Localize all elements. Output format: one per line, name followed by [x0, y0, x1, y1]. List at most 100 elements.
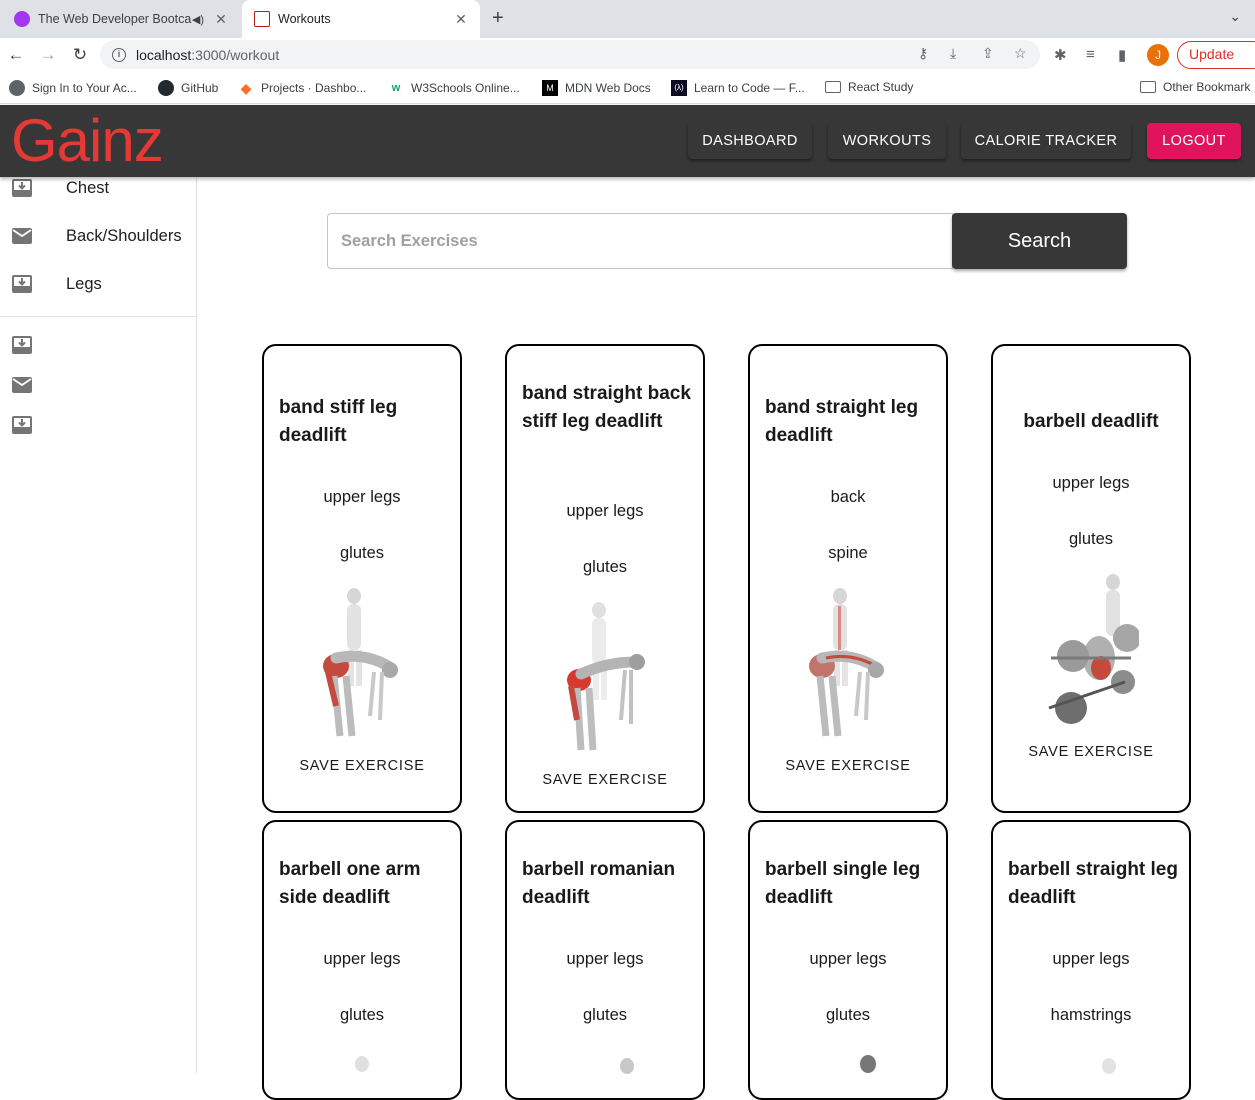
save-exercise-button[interactable]: SAVE EXERCISE [993, 744, 1189, 760]
exercise-name: barbell deadlift [1023, 411, 1159, 432]
exercise-body-part: upper legs [323, 950, 401, 968]
bookmark-label: Other Bookmark [1163, 80, 1251, 94]
bookmark-item[interactable]: ◆ Projects · Dashbo... [238, 80, 367, 96]
nav-calorie-tracker-button[interactable]: CALORIE TRACKER [961, 123, 1131, 159]
inbox-icon [12, 275, 32, 293]
bookmark-item[interactable]: (λ) Learn to Code — F... [671, 80, 805, 96]
exercise-target: glutes [339, 544, 385, 562]
exercise-target: glutes [1068, 530, 1114, 548]
speaker-icon[interactable]: ◀) [192, 13, 204, 26]
browser-tab-workouts[interactable]: Workouts ✕ [242, 0, 480, 38]
address-bar[interactable]: i localhost:3000/workout [100, 40, 1040, 69]
sidebar-secondary-item[interactable] [0, 325, 196, 365]
logout-button[interactable]: LOGOUT [1147, 123, 1241, 159]
globe-icon [9, 80, 25, 96]
exercise-card: band straight back stiff leg deadlift up… [505, 344, 705, 813]
tab-search-chevron-icon[interactable]: ⌄ [1229, 8, 1241, 25]
extensions-puzzle-icon[interactable]: ✱ [1054, 46, 1067, 64]
url-path: :3000/workout [191, 46, 280, 63]
exercise-name: barbell one arm side deadlift [279, 859, 421, 908]
inbox-icon [12, 336, 32, 354]
exercise-target: glutes [825, 1006, 871, 1024]
nav-dashboard-button[interactable]: DASHBOARD [688, 123, 812, 159]
sidebar-secondary-item[interactable] [0, 405, 196, 445]
update-button[interactable]: Update [1177, 41, 1255, 69]
forward-arrow-icon[interactable]: → [37, 44, 59, 66]
exercise-card: barbell one arm side deadlift upper legs… [262, 820, 462, 1100]
bookmark-label: Learn to Code — F... [694, 81, 805, 95]
sidebar-item-legs[interactable]: Legs [0, 264, 196, 304]
exercise-gif-image [860, 1055, 876, 1073]
reading-list-icon[interactable]: ≡ [1086, 46, 1095, 63]
search-bar: Search [327, 213, 1127, 269]
sidebar: Chest Back/Shoulders Legs [0, 177, 197, 1073]
exercise-card: barbell deadlift upper legs glutes SAVE … [991, 344, 1191, 813]
reload-icon[interactable]: ↻ [69, 44, 91, 66]
site-info-icon[interactable]: i [112, 47, 126, 62]
exercise-gif-image [567, 602, 645, 751]
mail-icon [12, 377, 32, 393]
back-arrow-icon[interactable]: ← [5, 44, 27, 66]
close-tab-icon[interactable]: ✕ [212, 11, 230, 28]
search-button[interactable]: Search [952, 213, 1127, 269]
folder-icon [825, 81, 841, 93]
bookmark-star-icon[interactable]: ☆ [1014, 45, 1027, 62]
exercise-gif-image [323, 588, 398, 737]
exercise-target: glutes [582, 558, 628, 576]
bookmark-item[interactable]: GitHub [158, 80, 218, 96]
new-tab-icon[interactable]: + [492, 8, 504, 28]
exercise-body-part: upper legs [1052, 474, 1130, 492]
dumbbell-favicon-icon [254, 11, 270, 27]
exercise-name: barbell straight leg deadlift [1008, 859, 1178, 908]
share-icon[interactable]: ⇪ [982, 45, 994, 62]
app-logo[interactable]: Gainz [11, 108, 164, 174]
sidebar-divider [0, 316, 196, 317]
inbox-icon [12, 416, 32, 434]
tab-title: Workouts [278, 12, 331, 26]
exercise-body-part: back [830, 488, 866, 506]
folder-icon [1140, 81, 1156, 93]
w3schools-icon: w [391, 82, 401, 94]
exercise-gif-image [620, 1058, 634, 1074]
save-exercise-button[interactable]: SAVE EXERCISE [264, 758, 460, 774]
inbox-icon [12, 179, 32, 197]
sidebar-item-label: Chest [66, 178, 110, 197]
bookmark-label: GitHub [181, 81, 219, 95]
search-input[interactable] [327, 213, 953, 269]
save-exercise-button[interactable]: SAVE EXERCISE [507, 772, 703, 788]
sidebar-item-label: Back/Shoulders [66, 226, 182, 245]
other-bookmarks-folder[interactable]: Other Bookmark [1140, 80, 1250, 94]
bookmark-item[interactable]: Sign In to Your Ac... [9, 80, 137, 96]
exercise-name: barbell romanian deadlift [522, 859, 676, 908]
profile-avatar[interactable]: J [1147, 44, 1169, 66]
exercise-body-part: upper legs [809, 950, 887, 968]
save-exercise-button[interactable]: SAVE EXERCISE [750, 758, 946, 774]
app-header: Gainz DASHBOARD WORKOUTS CALORIE TRACKER… [0, 105, 1255, 177]
key-icon[interactable]: ⚷ [918, 45, 928, 62]
browser-toolbar: ← → ↻ i localhost:3000/workout ⚷ ⤓ ⇪ ☆ ✱… [0, 38, 1255, 72]
bookmarks-bar: Sign In to Your Ac... GitHub ◆ Projects ·… [0, 72, 1255, 104]
exercise-body-part: upper legs [566, 950, 644, 968]
bookmark-label: React Study [848, 80, 914, 94]
install-icon[interactable]: ⤓ [950, 45, 956, 62]
exercise-name: barbell single leg deadlift [765, 859, 921, 908]
url-host: localhost [136, 46, 192, 63]
mdn-icon: M [542, 80, 558, 96]
exercise-target: hamstrings [1050, 1006, 1132, 1024]
sidebar-secondary-item[interactable] [0, 365, 196, 405]
bookmark-folder[interactable]: React Study [825, 80, 913, 94]
exercise-target: glutes [339, 1006, 385, 1024]
exercise-body-part: upper legs [566, 502, 644, 520]
github-icon [158, 80, 174, 96]
udemy-favicon-icon [14, 11, 30, 27]
bookmark-item[interactable]: M MDN Web Docs [542, 80, 651, 96]
nav-workouts-button[interactable]: WORKOUTS [828, 123, 946, 159]
exercise-target: spine [828, 544, 868, 562]
bookmark-item[interactable]: w W3Schools Online... [388, 80, 520, 96]
browser-tab-udemy[interactable]: The Web Developer Bootca ◀) ✕ [0, 0, 240, 38]
close-tab-icon[interactable]: ✕ [452, 11, 470, 28]
exercise-card: band straight leg deadlift back spine SA… [748, 344, 948, 813]
exercise-gif-image [355, 1056, 369, 1072]
sidebar-item-back-shoulders[interactable]: Back/Shoulders [0, 216, 196, 256]
side-panel-icon[interactable]: ▮ [1118, 46, 1126, 64]
